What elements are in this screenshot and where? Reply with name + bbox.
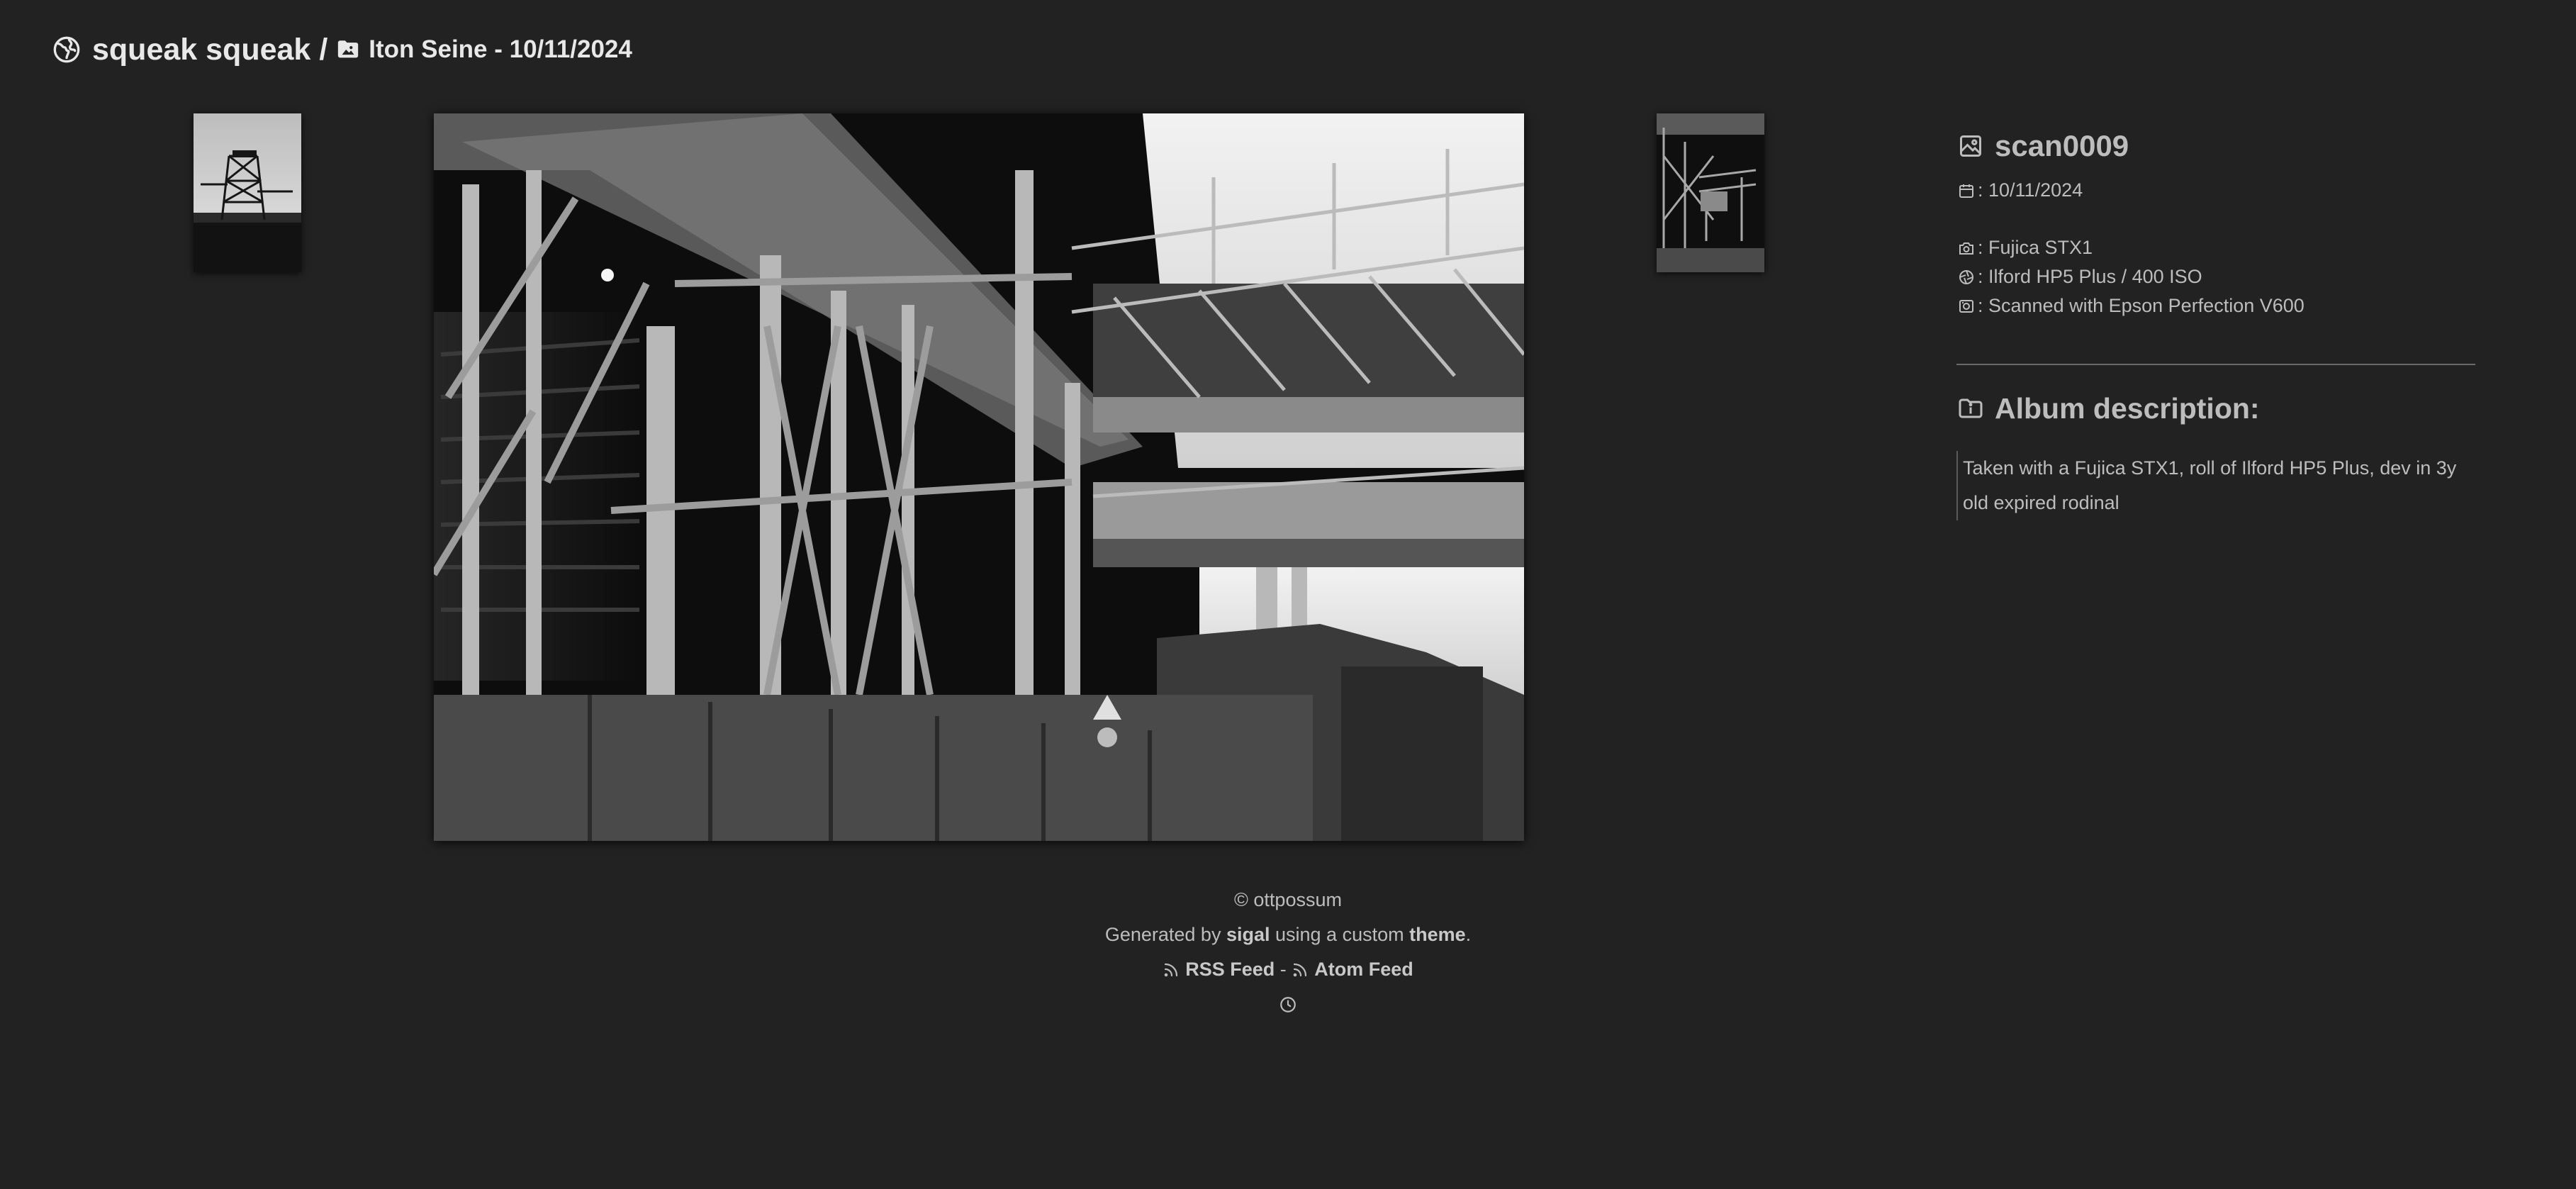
camera-text: : Fujica STX1	[1978, 237, 2093, 258]
film-aperture-icon	[1958, 269, 1975, 286]
image-title-text: scan0009	[1995, 129, 2129, 162]
scanner-text: : Scanned with Epson Perfection V600	[1978, 295, 2305, 316]
date-text: : 10/11/2024	[1978, 179, 2083, 201]
next-image-thumbnail[interactable]	[1657, 113, 1764, 272]
prev-image-thumbnail[interactable]	[194, 113, 301, 272]
breadcrumb-separator: /	[319, 32, 328, 67]
folder-info-icon	[1958, 396, 1983, 421]
footer: © ottpossum Generated by sigal using a c…	[934, 883, 1642, 1022]
divider	[1956, 364, 2475, 365]
generated-using: using a custom	[1270, 924, 1410, 945]
generated-prefix: Generated by	[1104, 924, 1226, 945]
clock-icon	[1279, 995, 1297, 1014]
generated-line: Generated by sigal using a custom theme …	[934, 917, 1642, 952]
date-line: : 10/11/2024	[1958, 176, 2475, 205]
camera-line: : Fujica STX1	[1958, 233, 2475, 262]
scanner-icon	[1958, 298, 1975, 315]
album-description-heading: Album description:	[1958, 389, 2260, 428]
camera-icon	[1958, 240, 1975, 257]
album-title-link[interactable]: Iton Seine - 10/11/2024	[369, 35, 632, 64]
atom-feed-link[interactable]: Atom Feed	[1314, 952, 1413, 987]
image-title: scan0009	[1958, 126, 2475, 166]
main-photo[interactable]	[434, 113, 1524, 841]
album-description-heading-text: Album description:	[1995, 391, 2260, 425]
image-icon	[1958, 133, 1983, 159]
scanner-line: : Scanned with Epson Perfection V600	[1958, 291, 2475, 320]
feeds-line: RSS Feed - Atom Feed	[934, 952, 1642, 987]
generated-period: .	[1465, 924, 1472, 945]
clock-line	[934, 987, 1642, 1022]
folder-image-icon	[336, 38, 360, 62]
image-info-panel: scan0009 : 10/11/2024 : Fujica STX1: Il…	[1958, 126, 2475, 320]
atom-feed-icon	[1292, 961, 1309, 978]
globe-icon	[52, 35, 81, 64]
copyright-line: © ottpossum	[934, 883, 1642, 917]
calendar-icon	[1958, 182, 1975, 199]
breadcrumb: squeak squeak / Iton Seine - 10/11/2024	[52, 31, 632, 68]
rss-feed-link[interactable]: RSS Feed	[1185, 952, 1275, 987]
site-title-link[interactable]: squeak squeak	[92, 33, 310, 67]
theme-link[interactable]: theme	[1409, 917, 1466, 952]
feeds-separator: -	[1275, 959, 1292, 980]
album-description-text: Taken with a Fujica STX1, roll of Ilford…	[1956, 451, 2473, 520]
copyright-text: © ottpossum	[1234, 889, 1342, 910]
rss-icon	[1163, 961, 1180, 978]
film-text: : Ilford HP5 Plus / 400 ISO	[1978, 266, 2202, 287]
film-line: : Ilford HP5 Plus / 400 ISO	[1958, 262, 2475, 291]
sigal-link[interactable]: sigal	[1226, 917, 1270, 952]
